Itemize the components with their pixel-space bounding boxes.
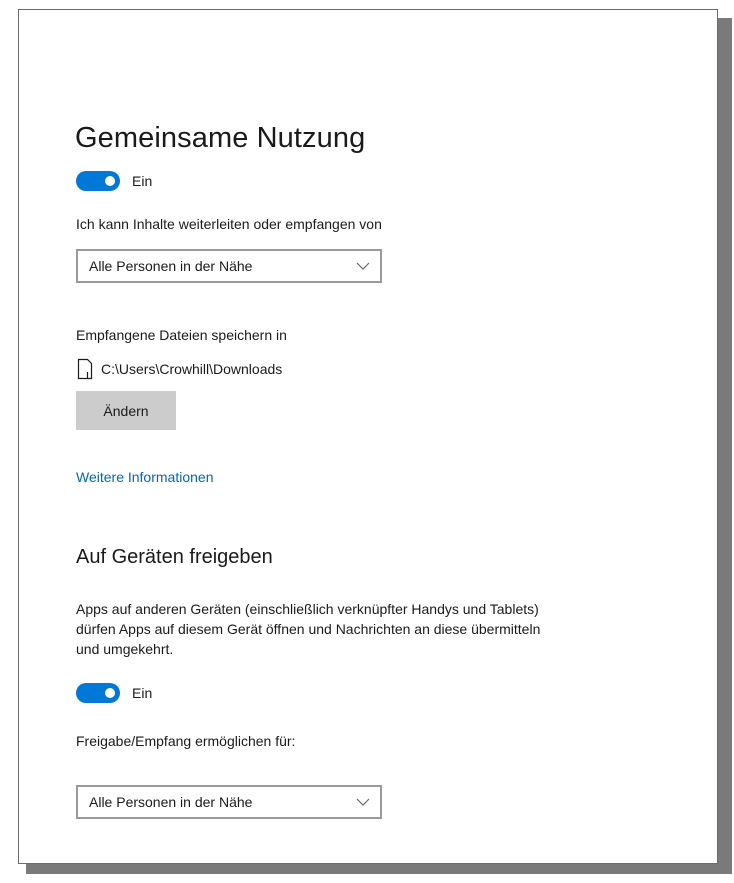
toggle-knob (105, 688, 115, 698)
cross-device-toggle[interactable] (76, 683, 120, 703)
enable-for-selected: Alle Personen in der Nähe (89, 794, 253, 810)
cross-device-title: Auf Geräten freigeben (76, 546, 273, 568)
toggle-knob (105, 176, 115, 186)
cross-device-toggle-row: Ein (76, 683, 152, 703)
cross-device-toggle-label: Ein (132, 685, 153, 701)
enable-for-dropdown[interactable]: Alle Personen in der Nähe (76, 785, 382, 819)
sharing-title: Gemeinsame Nutzung (75, 122, 366, 154)
receive-from-selected: Alle Personen in der Nähe (89, 258, 253, 274)
change-button[interactable]: Ändern (76, 391, 176, 430)
receive-from-dropdown[interactable]: Alle Personen in der Nähe (76, 249, 382, 283)
receive-from-label: Ich kann Inhalte weiterleiten oder empfa… (76, 216, 382, 232)
sharing-toggle[interactable] (76, 171, 120, 191)
chevron-down-icon (356, 798, 370, 806)
enable-for-label: Freigabe/Empfang ermöglichen für: (76, 733, 296, 749)
save-location-row: C:\Users\Crowhill\Downloads (77, 358, 282, 380)
sharing-toggle-label: Ein (132, 173, 153, 189)
settings-panel: Gemeinsame Nutzung Ein Ich kann Inhalte … (18, 9, 718, 864)
save-location-label: Empfangene Dateien speichern in (76, 327, 287, 343)
more-info-link[interactable]: Weitere Informationen (76, 469, 213, 485)
cross-device-description: Apps auf anderen Geräten (einschließlich… (76, 601, 541, 657)
sharing-toggle-row: Ein (76, 171, 152, 191)
save-location-path: C:\Users\Crowhill\Downloads (101, 361, 283, 377)
file-icon (77, 358, 93, 380)
chevron-down-icon (356, 262, 370, 270)
